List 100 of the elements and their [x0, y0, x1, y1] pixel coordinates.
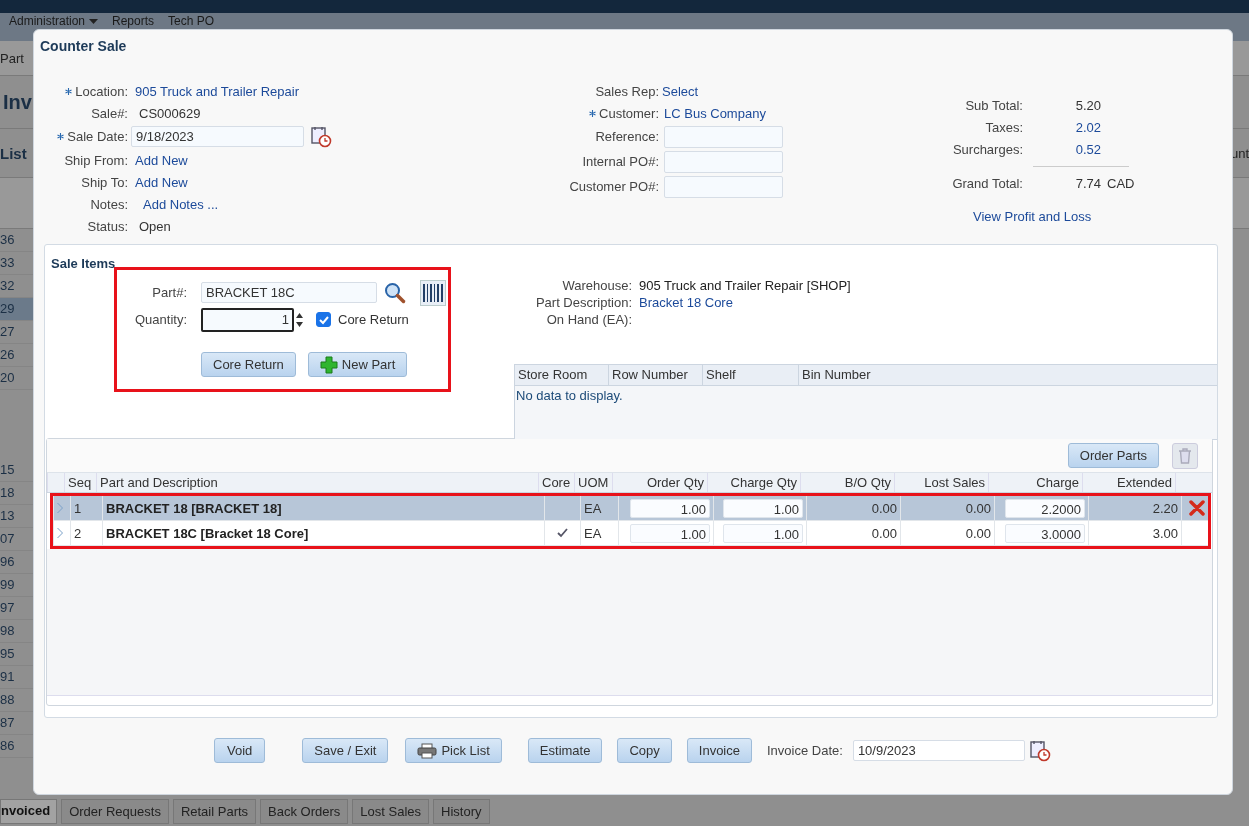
field-link[interactable]: Add New: [135, 152, 188, 168]
order-parts-button[interactable]: Order Parts: [1067, 443, 1159, 468]
column-header: Part and Description: [96, 473, 538, 492]
column-header: Order Qty: [612, 473, 707, 492]
checkbox[interactable]: [316, 312, 331, 327]
lost-sales-cell: 0.00: [900, 521, 994, 545]
core-return-button[interactable]: Core Return: [201, 352, 296, 377]
column-header: B/O Qty: [800, 473, 894, 492]
column-header: Store Room: [515, 365, 609, 385]
table-row[interactable]: 1 BRACKET 18 [BRACKET 18] EA 1.00 1.00 0.00 0.00 2.2000 2.20: [53, 496, 1208, 521]
info-value: 905 Truck and Trailer Repair [SHOP]: [639, 278, 851, 293]
list-title: List: [0, 144, 27, 162]
field-label: Ship To:: [81, 174, 128, 190]
field-label: Location:: [75, 83, 128, 99]
field-label: Customer:: [599, 105, 659, 121]
field-label: Invoice Date:: [767, 743, 843, 758]
tab[interactable]: Order Requests: [61, 799, 169, 824]
currency: CAD: [1107, 175, 1135, 191]
input-field[interactable]: [664, 150, 783, 173]
field-link[interactable]: LC Bus Company: [664, 105, 766, 121]
checkbox-label: Core Return: [338, 312, 409, 327]
field-link[interactable]: Add New: [135, 174, 188, 190]
field-label: Part#:: [151, 285, 187, 300]
charge-qty-field[interactable]: 1.00: [723, 523, 803, 543]
action-button[interactable]: Pick List: [405, 738, 502, 763]
calendar-clock-icon[interactable]: [310, 125, 332, 148]
action-button[interactable]: Estimate: [527, 738, 603, 763]
order-qty-field[interactable]: 1.00: [630, 498, 710, 518]
tab[interactable]: Lost Sales: [352, 799, 430, 824]
barcode-icon[interactable]: [420, 279, 446, 306]
new-part-button[interactable]: New Part: [307, 352, 408, 377]
page-heading: Inv: [3, 90, 32, 114]
action-button[interactable]: Save / Exit: [302, 738, 389, 763]
uom-cell: EA: [580, 496, 618, 520]
column-header: Lost Sales: [894, 473, 988, 492]
field-link[interactable]: 905 Truck and Trailer Repair: [135, 83, 300, 99]
input-field[interactable]: [664, 125, 783, 148]
action-button[interactable]: Copy: [617, 738, 672, 763]
empty-message: No data to display.: [515, 387, 624, 403]
menu-item[interactable]: Reports: [112, 14, 155, 28]
field-label: Quantity:: [133, 312, 187, 327]
info-link[interactable]: Bracket 18 Core: [639, 295, 733, 310]
column-header: Charge Qty: [707, 473, 800, 492]
field-label: Notes:: [90, 196, 128, 212]
field-label: Ship From:: [64, 152, 128, 168]
column-header: Charge: [988, 473, 1082, 492]
extended-cell: 3.00: [1088, 521, 1181, 545]
menu-item[interactable]: Administration: [9, 14, 86, 28]
menu-item[interactable]: Tech PO: [168, 14, 215, 28]
tab[interactable]: nvoiced: [0, 799, 58, 824]
total-link[interactable]: 2.02: [1037, 119, 1101, 135]
total-label: Surcharges:: [951, 141, 1023, 157]
delete-icon[interactable]: [1188, 500, 1205, 516]
column-header: Shelf: [703, 365, 799, 385]
field-label: Sales Rep:: [595, 83, 659, 99]
quantity-field[interactable]: 1: [201, 307, 294, 332]
order-qty-field[interactable]: 1.00: [630, 523, 710, 543]
charge-field[interactable]: 2.2000: [1005, 498, 1085, 518]
part-cell: BRACKET 18C [Bracket 18 Core]: [102, 521, 544, 545]
total-value: 7.74: [1074, 175, 1101, 191]
lost-sales-cell: 0.00: [900, 496, 994, 520]
field-label: Reference:: [595, 129, 659, 144]
part-field[interactable]: BRACKET 18C: [201, 282, 377, 303]
field-link[interactable]: Select: [662, 83, 699, 99]
info-label: Warehouse:: [561, 278, 632, 293]
bo-qty-cell: 0.00: [806, 521, 900, 545]
column-header: Seq: [64, 473, 96, 492]
action-button[interactable]: Invoice: [686, 738, 752, 763]
tab[interactable]: History: [433, 799, 490, 824]
calendar-clock-icon[interactable]: [1028, 739, 1051, 762]
search-icon[interactable]: [384, 281, 406, 304]
tab[interactable]: Retail Parts: [172, 799, 257, 824]
info-label: On Hand (EA):: [545, 312, 632, 327]
plus-icon: [319, 355, 338, 374]
breadcrumb[interactable]: Part: [0, 50, 24, 66]
date-field[interactable]: 9/18/2023: [131, 126, 304, 147]
bo-qty-cell: 0.00: [806, 496, 900, 520]
field-label: Sale Date:: [67, 129, 128, 144]
total-link[interactable]: 0.52: [1037, 141, 1101, 157]
charge-field[interactable]: 3.0000: [1005, 523, 1085, 543]
charge-qty-field[interactable]: 1.00: [723, 498, 803, 518]
date-field[interactable]: 10/9/2023: [852, 740, 1025, 761]
tab[interactable]: Back Orders: [260, 799, 349, 824]
dialog-title: Counter Sale: [39, 37, 128, 56]
action-button[interactable]: Void: [214, 738, 266, 763]
table-row[interactable]: 2 BRACKET 18C [Bracket 18 Core] EA 1.00 1.00 0.00 0.00 3.0000 3.00: [53, 521, 1208, 546]
part-cell: BRACKET 18 [BRACKET 18]: [102, 496, 544, 520]
info-label: Part Description:: [534, 295, 632, 310]
field-link[interactable]: Add Notes ...: [143, 196, 219, 212]
extended-cell: 2.20: [1088, 496, 1181, 520]
trash-icon[interactable]: [1172, 442, 1198, 469]
field-value: CS000629: [139, 105, 201, 121]
caret-icon[interactable]: [89, 19, 99, 24]
printer-icon: [417, 742, 438, 759]
profit-loss-link[interactable]: View Profit and Loss: [973, 209, 1135, 224]
column-header: Bin Number: [801, 366, 872, 384]
seq-cell: 2: [70, 521, 102, 545]
section-title: Sale Items: [51, 255, 117, 267]
input-field[interactable]: [664, 175, 783, 198]
field-value: Open: [139, 218, 171, 234]
